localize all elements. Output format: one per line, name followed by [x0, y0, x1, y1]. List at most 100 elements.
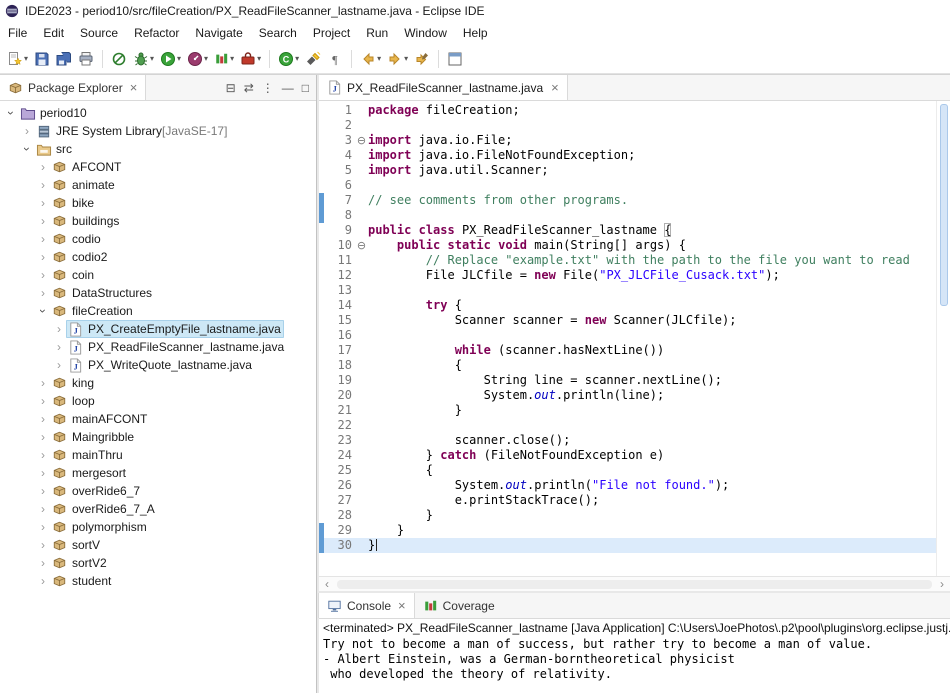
tree-expand-arrow[interactable]: › [36, 557, 50, 569]
tree-item[interactable]: ›JRE System Library [JavaSE-17] [0, 122, 316, 140]
debug-dropdown-arrow[interactable]: ▾ [150, 54, 154, 63]
show-whitespace-button[interactable]: ¶ [325, 47, 345, 71]
tree-item[interactable]: ›JPX_CreateEmptyFile_lastname.java [0, 320, 316, 338]
tree-expand-arrow[interactable]: › [36, 449, 50, 461]
tree-expand-arrow[interactable]: › [36, 503, 50, 515]
maximize-icon[interactable]: □ [302, 82, 309, 94]
fold-collapse-icon[interactable]: ⊖ [355, 133, 368, 148]
tree-item[interactable]: ›period10 [0, 104, 316, 122]
menu-item-project[interactable]: Project [305, 24, 358, 42]
scroll-left-icon[interactable]: ‹ [319, 578, 335, 590]
close-icon[interactable]: × [130, 80, 138, 95]
tree-expand-arrow[interactable]: › [36, 431, 50, 443]
debug-button[interactable]: ▾ [131, 47, 156, 71]
tree-expand-arrow[interactable]: › [36, 413, 50, 425]
tree-expand-arrow[interactable]: › [37, 304, 49, 318]
external-tools-dropdown-arrow[interactable]: ▾ [257, 54, 261, 63]
tree-item[interactable]: ›fileCreation [0, 302, 316, 320]
run-button[interactable]: ▾ [158, 47, 183, 71]
coverage-dropdown-arrow[interactable]: ▾ [230, 54, 234, 63]
scrollbar-thumb[interactable] [337, 580, 932, 589]
external-tools-button[interactable]: ▾ [238, 47, 263, 71]
menu-item-file[interactable]: File [0, 24, 35, 42]
profile-button[interactable]: ▾ [185, 47, 210, 71]
forward-history-button[interactable]: ▾ [385, 47, 410, 71]
menu-item-edit[interactable]: Edit [35, 24, 72, 42]
tree-item[interactable]: ›overRide6_7 [0, 482, 316, 500]
tree-expand-arrow[interactable]: › [52, 341, 66, 353]
tree-item[interactable]: ›student [0, 572, 316, 590]
print-button[interactable] [76, 47, 96, 71]
back-history-button[interactable]: ▾ [358, 47, 383, 71]
tree-item[interactable]: ›mainThru [0, 446, 316, 464]
tree-expand-arrow[interactable]: › [52, 323, 66, 335]
menu-item-help[interactable]: Help [455, 24, 496, 42]
new-wizard-dropdown-arrow[interactable]: ▾ [24, 54, 28, 63]
tab-coverage[interactable]: Coverage [415, 593, 503, 618]
tree-item[interactable]: ›DataStructures [0, 284, 316, 302]
tree-expand-arrow[interactable]: › [36, 287, 50, 299]
menu-item-window[interactable]: Window [396, 24, 455, 42]
horizontal-scrollbar[interactable]: ‹ › [319, 576, 950, 591]
minimize-icon[interactable]: — [282, 82, 294, 94]
tree-item[interactable]: ›buildings [0, 212, 316, 230]
tree-item[interactable]: ›codio2 [0, 248, 316, 266]
tree-expand-arrow[interactable]: › [36, 467, 50, 479]
console-output[interactable]: Try not to become a man of success, but … [319, 636, 950, 693]
tree-expand-arrow[interactable]: › [36, 251, 50, 263]
editor-tab[interactable]: J PX_ReadFileScanner_lastname.java × [319, 75, 568, 100]
tree-expand-arrow[interactable]: › [36, 215, 50, 227]
collapse-all-icon[interactable]: ⊟ [226, 82, 236, 94]
save-button[interactable] [32, 47, 52, 71]
tree-item[interactable]: ›bike [0, 194, 316, 212]
scroll-right-icon[interactable]: › [934, 578, 950, 590]
tree-item[interactable]: ›src [0, 140, 316, 158]
coverage-button[interactable]: ▾ [212, 47, 236, 71]
tree-item[interactable]: ›mergesort [0, 464, 316, 482]
forward-history-dropdown-arrow[interactable]: ▾ [404, 54, 408, 63]
new-wizard-button[interactable]: ▾ [5, 47, 30, 71]
link-with-editor-icon[interactable]: ⇄ [244, 82, 254, 94]
tab-console[interactable]: Console× [318, 593, 415, 618]
tree-expand-arrow[interactable]: › [36, 539, 50, 551]
menu-item-refactor[interactable]: Refactor [126, 24, 187, 42]
run-dropdown-arrow[interactable]: ▾ [177, 54, 181, 63]
back-history-dropdown-arrow[interactable]: ▾ [377, 54, 381, 63]
tree-expand-arrow[interactable]: › [52, 359, 66, 371]
tree-expand-arrow[interactable]: › [36, 197, 50, 209]
tree-expand-arrow[interactable]: › [21, 142, 33, 156]
tree-expand-arrow[interactable]: › [20, 125, 34, 137]
open-editor-button[interactable] [445, 47, 465, 71]
tree-expand-arrow[interactable]: › [36, 161, 50, 173]
tree-expand-arrow[interactable]: › [36, 521, 50, 533]
menu-item-search[interactable]: Search [251, 24, 305, 42]
tree-item[interactable]: ›polymorphism [0, 518, 316, 536]
tree-expand-arrow[interactable]: › [36, 395, 50, 407]
search-button[interactable] [303, 47, 323, 71]
tree-expand-arrow[interactable]: › [36, 269, 50, 281]
close-icon[interactable]: × [398, 598, 406, 613]
skip-breakpoints-button[interactable] [109, 47, 129, 71]
tree-expand-arrow[interactable]: › [36, 233, 50, 245]
menu-item-navigate[interactable]: Navigate [187, 24, 250, 42]
tree-item[interactable]: ›AFCONT [0, 158, 316, 176]
menu-item-run[interactable]: Run [358, 24, 396, 42]
tree-expand-arrow[interactable]: › [5, 106, 17, 120]
tree-expand-arrow[interactable]: › [36, 485, 50, 497]
profile-dropdown-arrow[interactable]: ▾ [204, 54, 208, 63]
new-java-class-button[interactable]: C▾ [276, 47, 301, 71]
tab-package-explorer[interactable]: Package Explorer × [0, 75, 146, 100]
tree-item[interactable]: ›Maingribble [0, 428, 316, 446]
fold-collapse-icon[interactable]: ⊖ [355, 238, 368, 253]
tree-item[interactable]: ›mainAFCONT [0, 410, 316, 428]
menu-item-source[interactable]: Source [72, 24, 126, 42]
tree-item[interactable]: ›sortV [0, 536, 316, 554]
tree-item[interactable]: ›king [0, 374, 316, 392]
tree-expand-arrow[interactable]: › [36, 575, 50, 587]
tree-item[interactable]: ›sortV2 [0, 554, 316, 572]
tree-item[interactable]: ›codio [0, 230, 316, 248]
code-editor[interactable]: 1package fileCreation;23⊖import java.io.… [319, 101, 936, 576]
tree-item[interactable]: ›JPX_WriteQuote_lastname.java [0, 356, 316, 374]
tree-item[interactable]: ›loop [0, 392, 316, 410]
tree-expand-arrow[interactable]: › [36, 377, 50, 389]
